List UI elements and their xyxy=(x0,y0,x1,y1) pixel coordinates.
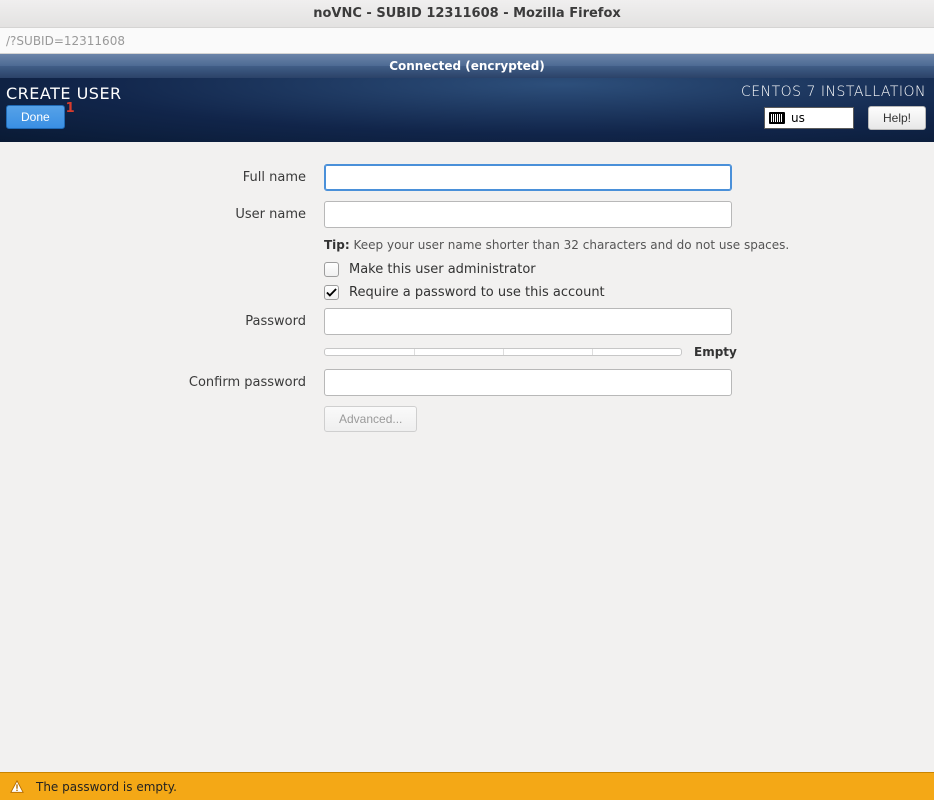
url-text: /?SUBID=12311608 xyxy=(6,34,125,48)
tip-text: Keep your user name shorter than 32 char… xyxy=(350,238,790,252)
window-titlebar: noVNC - SUBID 12311608 - Mozilla Firefox xyxy=(0,0,934,28)
product-brand: CENTOS 7 INSTALLATION xyxy=(741,84,926,100)
done-badge: 1 xyxy=(66,101,75,116)
password-label: Password xyxy=(0,314,324,329)
confirm-password-label: Confirm password xyxy=(0,375,324,390)
done-button[interactable]: Done xyxy=(6,105,65,129)
keyboard-icon xyxy=(769,112,785,124)
require-password-label: Require a password to use this account xyxy=(349,285,605,300)
window-title: noVNC - SUBID 12311608 - Mozilla Firefox xyxy=(313,6,621,21)
vnc-status-bar: Connected (encrypted) xyxy=(0,54,934,78)
password-strength-label: Empty xyxy=(694,345,737,359)
keyboard-layout-selector[interactable]: us xyxy=(764,107,854,129)
admin-checkbox-label: Make this user administrator xyxy=(349,262,536,277)
warning-icon xyxy=(10,780,24,794)
help-button[interactable]: Help! xyxy=(868,106,926,130)
username-tip: Tip: Keep your user name shorter than 32… xyxy=(0,238,934,252)
password-strength-meter xyxy=(324,348,682,356)
url-bar[interactable]: /?SUBID=12311608 xyxy=(0,28,934,54)
require-password-checkbox[interactable] xyxy=(324,285,339,300)
warning-bar: The password is empty. xyxy=(0,772,934,800)
password-input[interactable] xyxy=(324,308,732,335)
username-input[interactable] xyxy=(324,201,732,228)
warning-text: The password is empty. xyxy=(36,780,177,794)
confirm-password-input[interactable] xyxy=(324,369,732,396)
advanced-button[interactable]: Advanced... xyxy=(324,406,417,432)
installer-header: CREATE USER Done 1 CENTOS 7 INSTALLATION… xyxy=(0,78,934,142)
username-label: User name xyxy=(0,207,324,222)
admin-checkbox[interactable] xyxy=(324,262,339,277)
check-icon xyxy=(326,287,337,298)
create-user-form: Full name User name Tip: Keep your user … xyxy=(0,142,934,432)
tip-prefix: Tip: xyxy=(324,238,350,252)
page-title: CREATE USER xyxy=(6,84,122,103)
vnc-status-text: Connected (encrypted) xyxy=(389,59,545,73)
fullname-input[interactable] xyxy=(324,164,732,191)
fullname-label: Full name xyxy=(0,170,324,185)
keyboard-layout-label: us xyxy=(791,111,805,125)
